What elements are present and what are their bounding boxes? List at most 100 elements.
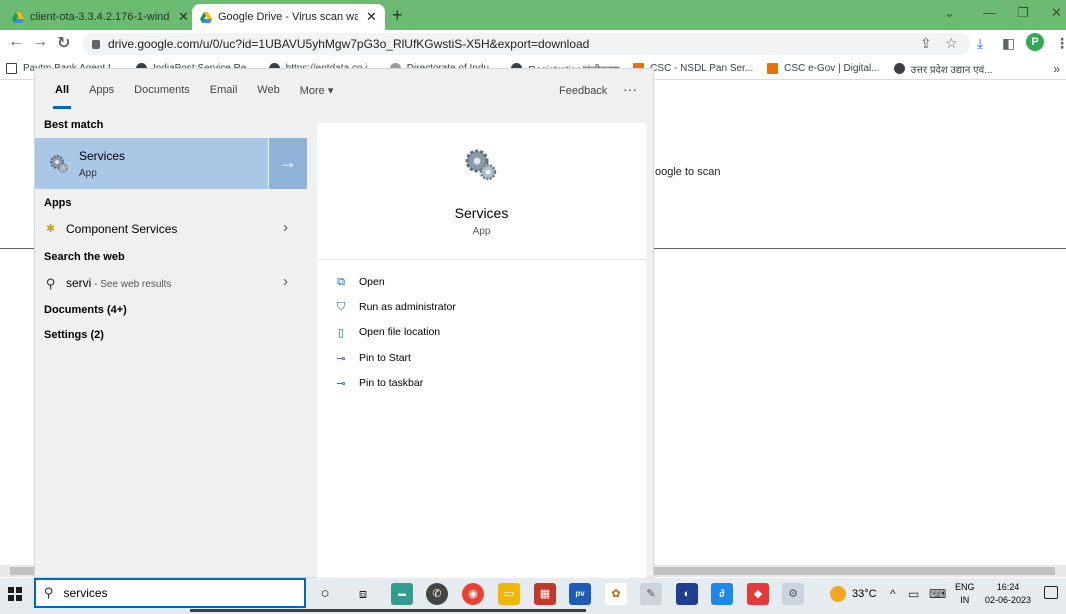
app-result-component-services[interactable]: ✱ Component Services › <box>35 217 307 241</box>
bookmarks-overflow-button[interactable]: » <box>1053 62 1060 76</box>
detail-divider <box>317 259 646 260</box>
app-icon[interactable]: ▬ <box>391 583 413 605</box>
anydesk-icon[interactable]: ◆ <box>747 583 769 605</box>
url-text: drive.google.com/u/0/uc?id=1UBAVU5yhMgw7… <box>108 37 590 51</box>
side-panel-icon[interactable]: ◧ <box>1002 35 1015 52</box>
network-icon[interactable]: ▭ <box>908 587 919 601</box>
file-location-icon: ▯ <box>337 326 345 339</box>
minimize-button[interactable]: — <box>983 5 996 20</box>
new-tab-button[interactable]: + <box>392 5 403 26</box>
tab-title: client-ota-3.3.4.2.176-1-windows <box>30 11 170 23</box>
cortana-icon[interactable]: ○ <box>314 583 336 605</box>
forward-button[interactable]: → <box>32 33 48 51</box>
search-input[interactable] <box>63 586 264 600</box>
restore-button[interactable]: ❐ <box>1017 5 1029 21</box>
action-pin-to-start[interactable]: ⊸ Pin to Start <box>335 348 411 368</box>
download-icon[interactable]: ⤓ <box>977 35 983 52</box>
close-tab-icon[interactable]: ✕ <box>366 9 377 25</box>
results-list: Best match Services App → Apps ✱ Compone… <box>35 111 307 577</box>
taskbar-app-indicator <box>190 609 586 612</box>
weather-widget[interactable]: 33°C <box>830 586 877 602</box>
search-web-heading: Search the web <box>44 251 125 263</box>
tab-strip: client-ota-3.3.4.2.176-1-windows ✕ Googl… <box>0 0 1066 30</box>
pin-icon: ⊸ <box>336 377 346 390</box>
share-icon[interactable]: ⇪ <box>920 35 932 52</box>
tray-chevron-up-icon[interactable]: ^ <box>890 587 896 601</box>
chevron-right-icon[interactable]: › <box>283 219 288 236</box>
date: 02-06-2023 <box>984 595 1032 605</box>
profile-avatar[interactable]: P <box>1026 33 1044 51</box>
app-icon[interactable]: ∂ <box>711 583 733 605</box>
bookmark-star-icon[interactable]: ☆ <box>945 35 958 52</box>
start-search-panel: All Apps Documents Email Web More ▾ Feed… <box>34 68 654 579</box>
reload-button[interactable]: ↻ <box>57 33 70 53</box>
time: 16:24 <box>996 582 1020 592</box>
app-result-name: Component Services <box>66 222 178 236</box>
back-button[interactable]: ← <box>8 33 24 51</box>
filter-tab-more[interactable]: More ▾ <box>300 76 334 105</box>
task-view-icon[interactable]: ⧈ <box>352 583 374 605</box>
action-open[interactable]: ⧉ Open <box>335 272 385 292</box>
filter-tab-apps[interactable]: Apps <box>89 76 114 104</box>
app-icon[interactable]: ✿ <box>605 583 627 605</box>
action-open-file-location[interactable]: ▯ Open file location <box>335 322 440 342</box>
action-run-as-admin[interactable]: ⛉ Run as administrator <box>335 297 456 317</box>
keyboard-icon[interactable]: ⌨ <box>929 587 946 601</box>
best-match-result[interactable]: Services App → <box>35 138 307 189</box>
browser-toolbar: ← → ↻ drive.google.com/u/0/uc?id=1UBAVU5… <box>0 30 1066 58</box>
page-message-text: oogle to scan <box>655 166 721 178</box>
more-options-icon[interactable]: ··· <box>623 81 637 97</box>
services-gear-icon <box>465 149 497 181</box>
web-search-result[interactable]: ⚲ servi - See web results › <box>35 271 307 295</box>
tab-search-icon[interactable]: ⌄ <box>944 5 955 21</box>
action-pin-to-taskbar[interactable]: ⊸ Pin to taskbar <box>335 373 423 393</box>
services-gear-icon[interactable]: ⚙ <box>782 583 804 605</box>
bookmark-home-icon <box>6 63 17 74</box>
google-drive-icon <box>200 11 212 23</box>
search-icon: ⚲ <box>44 585 54 600</box>
file-explorer-icon[interactable]: ▭ <box>498 583 520 605</box>
best-match-heading: Best match <box>44 119 104 131</box>
chrome-icon[interactable]: ◉ <box>462 583 484 605</box>
language-indicator[interactable]: ENG IN <box>955 581 975 607</box>
notification-center-icon[interactable] <box>1044 586 1058 599</box>
feedback-link[interactable]: Feedback <box>559 85 607 97</box>
services-gear-icon <box>50 155 68 173</box>
tab-client-ota[interactable]: client-ota-3.3.4.2.176-1-windows ✕ <box>4 4 197 30</box>
search-icon: ⚲ <box>46 276 56 291</box>
web-result-text: servi - See web results <box>66 276 171 290</box>
menu-dots-icon[interactable]: ⋮ <box>1055 35 1066 52</box>
app-icon[interactable]: ✎ <box>640 583 662 605</box>
whatsapp-icon[interactable]: ✆ <box>426 583 448 605</box>
shield-icon: ⛉ <box>336 300 346 313</box>
detail-app-type: App <box>472 226 491 237</box>
filter-tab-email[interactable]: Email <box>210 76 238 104</box>
temperature: 33°C <box>852 588 877 600</box>
prime-video-icon[interactable]: pv <box>569 583 591 605</box>
apps-heading: Apps <box>44 197 72 209</box>
filter-tab-web[interactable]: Web <box>257 76 279 104</box>
filter-tab-documents[interactable]: Documents <box>134 76 190 104</box>
documents-heading[interactable]: Documents (4+) <box>44 304 127 316</box>
settings-heading[interactable]: Settings (2) <box>44 329 104 341</box>
taskbar-search-box[interactable]: ⚲ <box>34 578 306 608</box>
clock[interactable]: 16:24 02-06-2023 <box>982 581 1034 607</box>
close-tab-icon[interactable]: ✕ <box>178 9 189 25</box>
app-icon[interactable]: ▦ <box>534 583 556 605</box>
close-window-button[interactable]: ✕ <box>1051 5 1062 21</box>
filter-tab-all[interactable]: All <box>52 76 72 109</box>
chevron-right-icon[interactable]: › <box>283 273 288 290</box>
bookmark-item[interactable]: उत्तर प्रदेश उद्यान एवं... <box>893 62 993 76</box>
open-details-arrow-icon[interactable]: → <box>268 138 307 189</box>
bookmark-item[interactable]: CSC e-Gov | Digital... <box>767 63 880 74</box>
best-match-type: App <box>79 168 97 179</box>
detail-app-name: Services <box>454 205 509 221</box>
address-bar[interactable]: drive.google.com/u/0/uc?id=1UBAVU5yhMgw7… <box>82 33 970 55</box>
best-match-name: Services <box>79 149 126 163</box>
csc-icon <box>767 63 779 74</box>
tab-google-drive[interactable]: Google Drive - Virus scan warnin ✕ <box>192 4 385 30</box>
windows-start-icon[interactable] <box>8 587 22 601</box>
app-icon[interactable]: ◐ <box>676 583 698 605</box>
web-hint: - See web results <box>91 279 172 290</box>
weather-sun-icon <box>830 586 846 602</box>
